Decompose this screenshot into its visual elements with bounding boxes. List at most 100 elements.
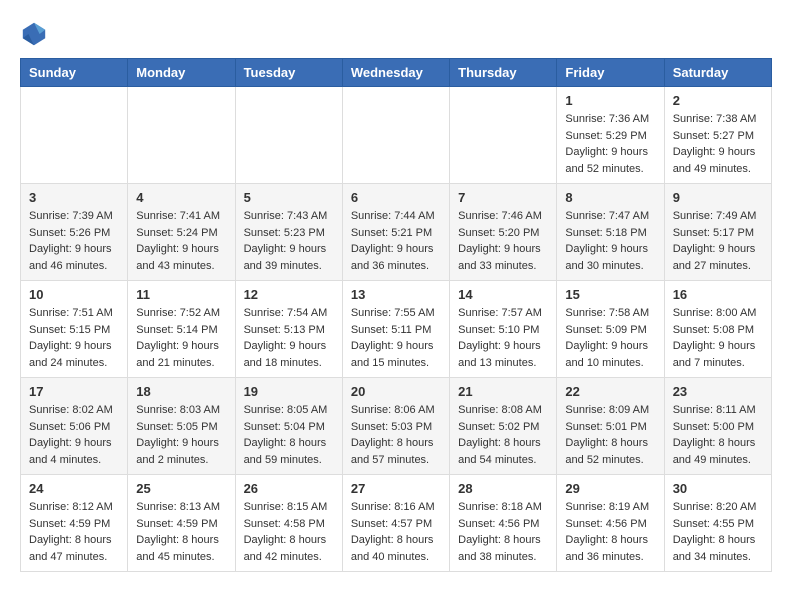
calendar-cell <box>235 87 342 184</box>
day-info: Sunrise: 8:20 AM Sunset: 4:55 PM Dayligh… <box>673 499 763 565</box>
day-number: 15 <box>565 287 655 302</box>
day-number: 10 <box>29 287 119 302</box>
calendar-cell: 24 Sunrise: 8:12 AM Sunset: 4:59 PM Dayli… <box>21 475 128 572</box>
calendar-cell: 18 Sunrise: 8:03 AM Sunset: 5:05 PM Dayli… <box>128 378 235 475</box>
calendar-cell <box>128 87 235 184</box>
day-info: Sunrise: 7:43 AM Sunset: 5:23 PM Dayligh… <box>244 208 334 274</box>
day-number: 30 <box>673 481 763 496</box>
day-info: Sunrise: 7:38 AM Sunset: 5:27 PM Dayligh… <box>673 111 763 177</box>
day-number: 27 <box>351 481 441 496</box>
day-number: 29 <box>565 481 655 496</box>
day-number: 13 <box>351 287 441 302</box>
col-header-wednesday: Wednesday <box>342 59 449 87</box>
calendar-week-row: 17Sunrise: 8:02 AM Sunset: 5:06 PM Dayli… <box>21 378 772 475</box>
calendar-cell: 7Sunrise: 7:46 AM Sunset: 5:20 PM Daylig… <box>450 184 557 281</box>
calendar-cell: 19 Sunrise: 8:05 AM Sunset: 5:04 PM Dayli… <box>235 378 342 475</box>
calendar-cell: 20Sunrise: 8:06 AM Sunset: 5:03 PM Dayli… <box>342 378 449 475</box>
day-info: Sunrise: 8:13 AM Sunset: 4:59 PM Dayligh… <box>136 499 226 565</box>
day-info: Sunrise: 8:15 AM Sunset: 4:58 PM Dayligh… <box>244 499 334 565</box>
day-info: Sunrise: 8:05 AM Sunset: 5:04 PM Dayligh… <box>244 402 334 468</box>
day-info: Sunrise: 8:19 AM Sunset: 4:56 PM Dayligh… <box>565 499 655 565</box>
day-info: Sunrise: 8:03 AM Sunset: 5:05 PM Dayligh… <box>136 402 226 468</box>
day-info: Sunrise: 8:16 AM Sunset: 4:57 PM Dayligh… <box>351 499 441 565</box>
calendar-header-row: SundayMondayTuesdayWednesdayThursdayFrid… <box>21 59 772 87</box>
day-info: Sunrise: 7:58 AM Sunset: 5:09 PM Dayligh… <box>565 305 655 371</box>
day-info: Sunrise: 8:09 AM Sunset: 5:01 PM Dayligh… <box>565 402 655 468</box>
calendar-week-row: 24 Sunrise: 8:12 AM Sunset: 4:59 PM Dayli… <box>21 475 772 572</box>
day-number: 11 <box>136 287 226 302</box>
col-header-monday: Monday <box>128 59 235 87</box>
day-number: 24 <box>29 481 119 496</box>
calendar-cell: 25 Sunrise: 8:13 AM Sunset: 4:59 PM Dayli… <box>128 475 235 572</box>
col-header-friday: Friday <box>557 59 664 87</box>
calendar-cell: 12 Sunrise: 7:54 AM Sunset: 5:13 PM Dayli… <box>235 281 342 378</box>
calendar-cell: 1 Sunrise: 7:36 AM Sunset: 5:29 PM Daylig… <box>557 87 664 184</box>
calendar-cell: 8 Sunrise: 7:47 AM Sunset: 5:18 PM Daylig… <box>557 184 664 281</box>
calendar-cell: 21 Sunrise: 8:08 AM Sunset: 5:02 PM Dayli… <box>450 378 557 475</box>
calendar-cell: 6 Sunrise: 7:44 AM Sunset: 5:21 PM Daylig… <box>342 184 449 281</box>
calendar: SundayMondayTuesdayWednesdayThursdayFrid… <box>20 58 772 572</box>
day-number: 6 <box>351 190 441 205</box>
day-info: Sunrise: 8:12 AM Sunset: 4:59 PM Dayligh… <box>29 499 119 565</box>
col-header-sunday: Sunday <box>21 59 128 87</box>
calendar-cell: 27 Sunrise: 8:16 AM Sunset: 4:57 PM Dayli… <box>342 475 449 572</box>
calendar-cell: 11 Sunrise: 7:52 AM Sunset: 5:14 PM Dayli… <box>128 281 235 378</box>
day-number: 4 <box>136 190 226 205</box>
day-number: 26 <box>244 481 334 496</box>
logo <box>20 20 52 48</box>
day-number: 12 <box>244 287 334 302</box>
col-header-thursday: Thursday <box>450 59 557 87</box>
day-number: 5 <box>244 190 334 205</box>
day-number: 1 <box>565 93 655 108</box>
calendar-cell: 22 Sunrise: 8:09 AM Sunset: 5:01 PM Dayli… <box>557 378 664 475</box>
day-info: Sunrise: 7:39 AM Sunset: 5:26 PM Dayligh… <box>29 208 119 274</box>
day-info: Sunrise: 7:44 AM Sunset: 5:21 PM Dayligh… <box>351 208 441 274</box>
calendar-cell: 29 Sunrise: 8:19 AM Sunset: 4:56 PM Dayli… <box>557 475 664 572</box>
day-info: Sunrise: 7:41 AM Sunset: 5:24 PM Dayligh… <box>136 208 226 274</box>
day-number: 19 <box>244 384 334 399</box>
day-number: 22 <box>565 384 655 399</box>
calendar-cell: 14Sunrise: 7:57 AM Sunset: 5:10 PM Dayli… <box>450 281 557 378</box>
col-header-tuesday: Tuesday <box>235 59 342 87</box>
calendar-week-row: 3 Sunrise: 7:39 AM Sunset: 5:26 PM Daylig… <box>21 184 772 281</box>
day-number: 3 <box>29 190 119 205</box>
calendar-week-row: 1 Sunrise: 7:36 AM Sunset: 5:29 PM Daylig… <box>21 87 772 184</box>
calendar-cell: 4 Sunrise: 7:41 AM Sunset: 5:24 PM Daylig… <box>128 184 235 281</box>
day-info: Sunrise: 8:08 AM Sunset: 5:02 PM Dayligh… <box>458 402 548 468</box>
day-info: Sunrise: 7:51 AM Sunset: 5:15 PM Dayligh… <box>29 305 119 371</box>
calendar-cell <box>21 87 128 184</box>
day-info: Sunrise: 7:46 AM Sunset: 5:20 PM Dayligh… <box>458 208 548 274</box>
calendar-cell: 17Sunrise: 8:02 AM Sunset: 5:06 PM Dayli… <box>21 378 128 475</box>
day-info: Sunrise: 7:47 AM Sunset: 5:18 PM Dayligh… <box>565 208 655 274</box>
day-info: Sunrise: 7:36 AM Sunset: 5:29 PM Dayligh… <box>565 111 655 177</box>
day-number: 25 <box>136 481 226 496</box>
day-info: Sunrise: 7:52 AM Sunset: 5:14 PM Dayligh… <box>136 305 226 371</box>
calendar-cell: 16Sunrise: 8:00 AM Sunset: 5:08 PM Dayli… <box>664 281 771 378</box>
day-info: Sunrise: 8:11 AM Sunset: 5:00 PM Dayligh… <box>673 402 763 468</box>
day-info: Sunrise: 8:02 AM Sunset: 5:06 PM Dayligh… <box>29 402 119 468</box>
day-number: 2 <box>673 93 763 108</box>
day-info: Sunrise: 7:49 AM Sunset: 5:17 PM Dayligh… <box>673 208 763 274</box>
calendar-cell: 9 Sunrise: 7:49 AM Sunset: 5:17 PM Daylig… <box>664 184 771 281</box>
day-info: Sunrise: 8:18 AM Sunset: 4:56 PM Dayligh… <box>458 499 548 565</box>
day-number: 9 <box>673 190 763 205</box>
day-number: 18 <box>136 384 226 399</box>
day-info: Sunrise: 7:55 AM Sunset: 5:11 PM Dayligh… <box>351 305 441 371</box>
calendar-cell: 30 Sunrise: 8:20 AM Sunset: 4:55 PM Dayli… <box>664 475 771 572</box>
calendar-cell: 28 Sunrise: 8:18 AM Sunset: 4:56 PM Dayli… <box>450 475 557 572</box>
day-number: 28 <box>458 481 548 496</box>
day-info: Sunrise: 7:54 AM Sunset: 5:13 PM Dayligh… <box>244 305 334 371</box>
day-number: 23 <box>673 384 763 399</box>
day-number: 21 <box>458 384 548 399</box>
col-header-saturday: Saturday <box>664 59 771 87</box>
day-number: 8 <box>565 190 655 205</box>
calendar-cell: 3 Sunrise: 7:39 AM Sunset: 5:26 PM Daylig… <box>21 184 128 281</box>
calendar-cell <box>450 87 557 184</box>
logo-icon <box>20 20 48 48</box>
day-info: Sunrise: 7:57 AM Sunset: 5:10 PM Dayligh… <box>458 305 548 371</box>
day-number: 20 <box>351 384 441 399</box>
calendar-cell <box>342 87 449 184</box>
calendar-week-row: 10 Sunrise: 7:51 AM Sunset: 5:15 PM Dayli… <box>21 281 772 378</box>
calendar-cell: 13 Sunrise: 7:55 AM Sunset: 5:11 PM Dayli… <box>342 281 449 378</box>
calendar-cell: 15 Sunrise: 7:58 AM Sunset: 5:09 PM Dayli… <box>557 281 664 378</box>
